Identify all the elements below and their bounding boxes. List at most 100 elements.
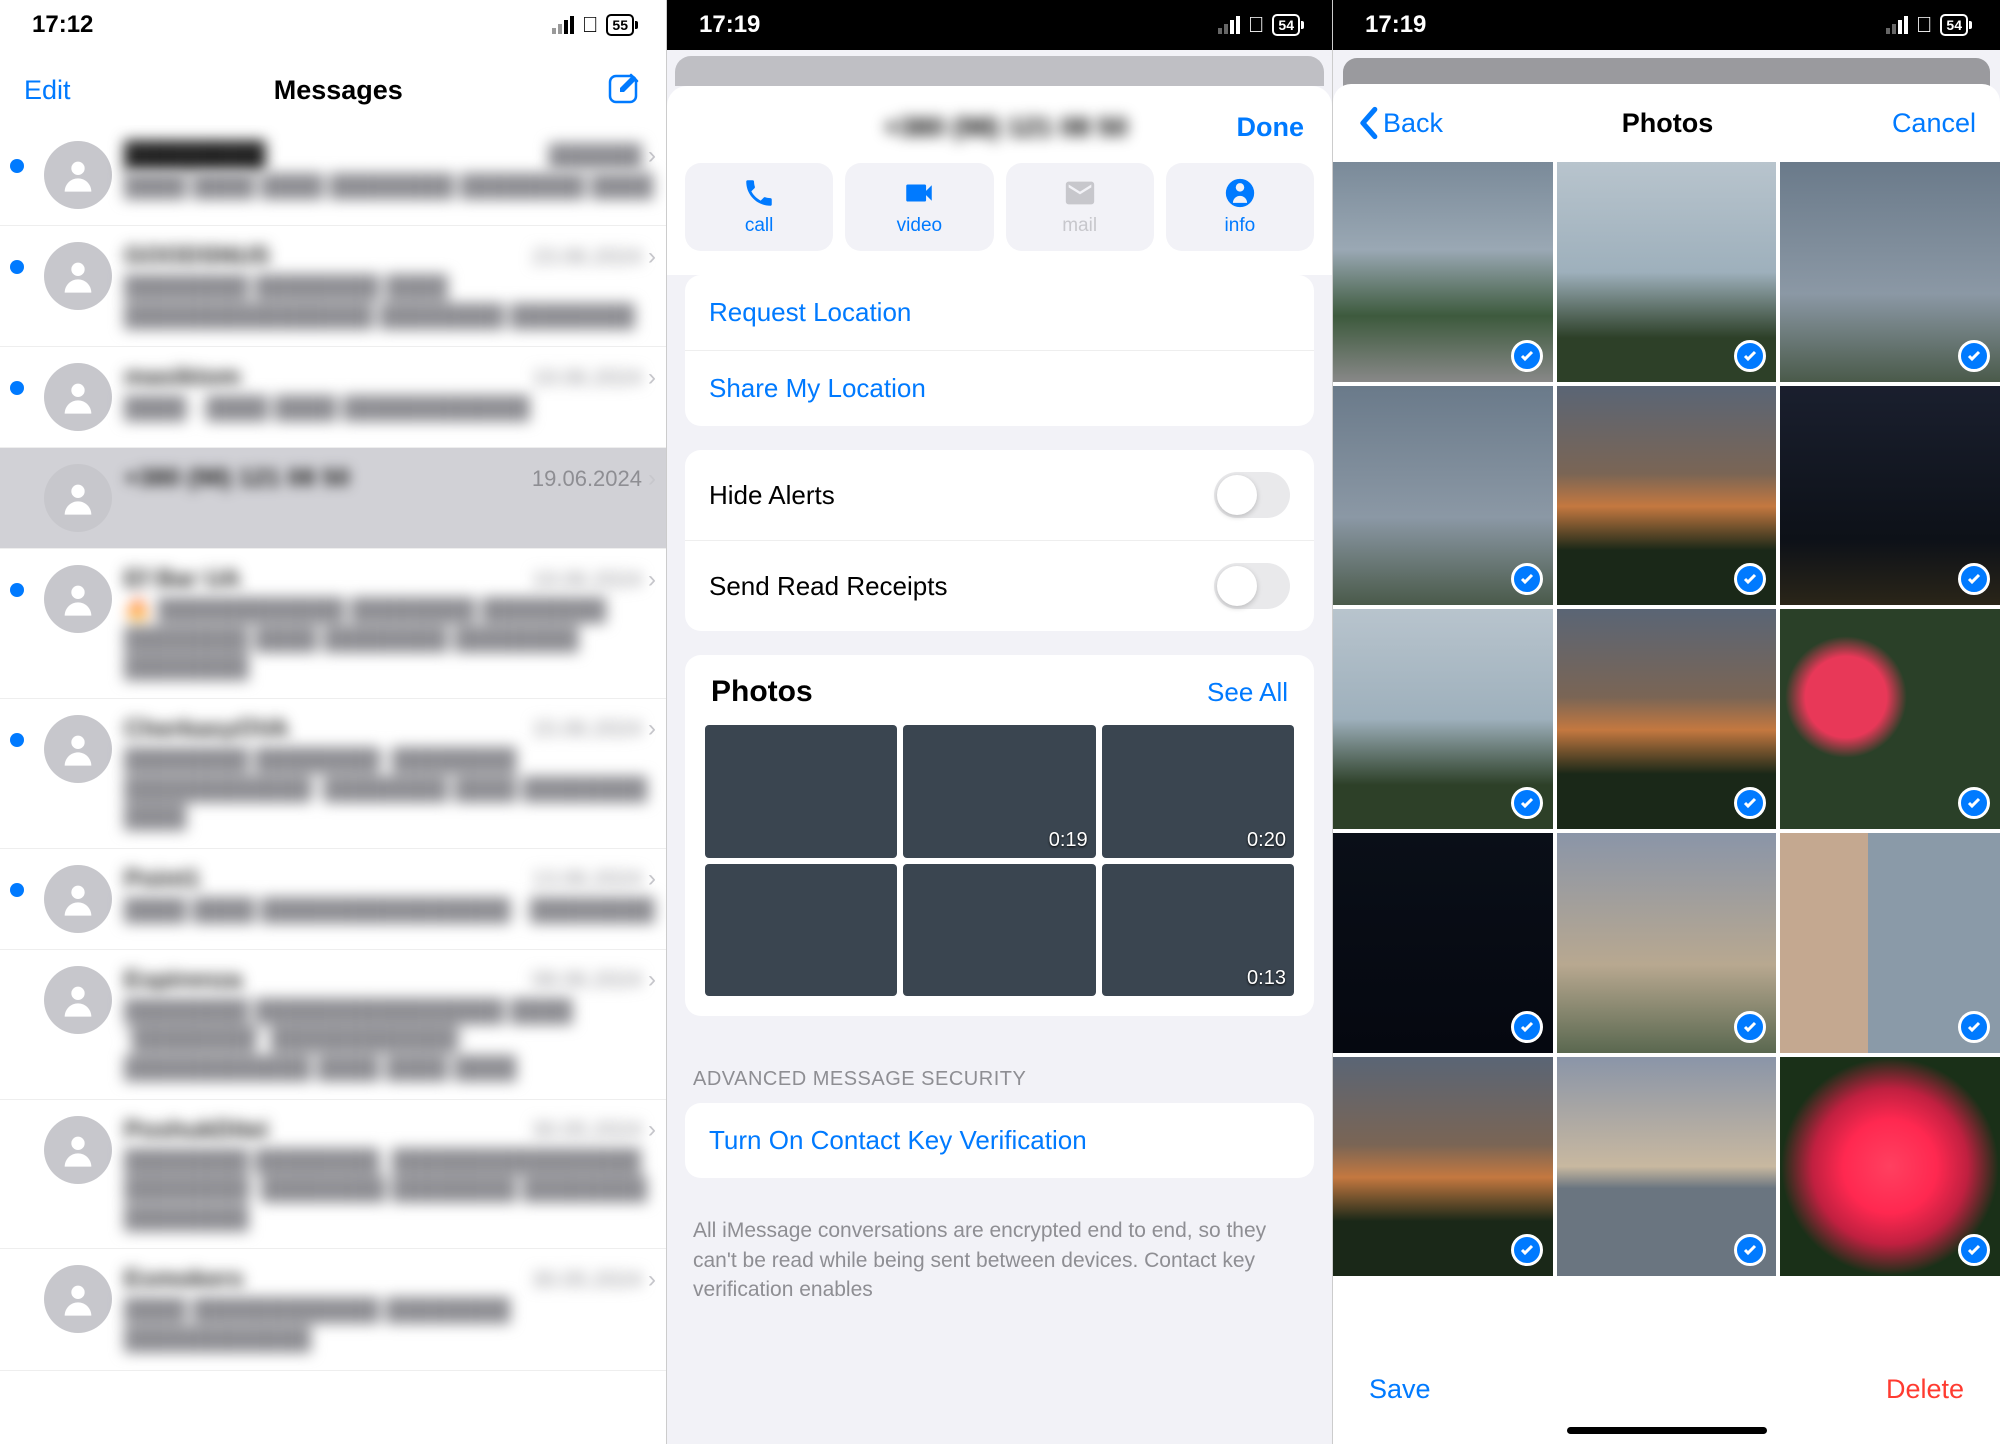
selected-checkmark-icon <box>1734 1234 1766 1266</box>
request-location-button[interactable]: Request Location <box>685 275 1314 351</box>
toggle-label: Hide Alerts <box>709 480 835 511</box>
selected-checkmark-icon <box>1734 787 1766 819</box>
contact-sheet-header: +380 (98) 121 08 50 Done <box>667 104 1332 163</box>
photo-thumbnail[interactable] <box>1780 162 2000 382</box>
photo-thumbnail[interactable] <box>1780 833 2000 1053</box>
conversation-preview: ████████ ████████ ████ ████████████████ … <box>124 273 656 330</box>
video-button[interactable]: video <box>845 163 993 251</box>
chevron-right-icon: › <box>648 1266 656 1294</box>
selected-checkmark-icon <box>1734 340 1766 372</box>
photo-thumbnail[interactable] <box>1557 386 1777 606</box>
conversation-date: 23.06.2024 <box>532 244 642 270</box>
conversation-preview: ████████ ████████! ████████ ████████████… <box>124 746 656 832</box>
unread-dot <box>10 883 24 897</box>
hide-alerts-toggle[interactable] <box>1214 472 1290 518</box>
message-row[interactable]: Ef Bar UA 19.06.2024 › 🔥 ████████████ ██… <box>0 549 666 699</box>
photo-thumbnail[interactable] <box>1333 833 1553 1053</box>
photo-thumbnail[interactable] <box>1780 1057 2000 1277</box>
message-row[interactable]: ████████ ██████ › ████ ████ ████ ███████… <box>0 125 666 226</box>
info-button[interactable]: info <box>1166 163 1314 251</box>
toggle-label: Send Read Receipts <box>709 571 947 602</box>
message-row[interactable]: CherkasyOVA 15.06.2024 › ████████ ██████… <box>0 699 666 849</box>
unread-dot <box>10 260 24 274</box>
see-all-button[interactable]: See All <box>1207 677 1288 708</box>
conversation-date: ██████ <box>548 143 642 169</box>
selected-checkmark-icon <box>1958 1234 1990 1266</box>
conversation-preview: ████ ████████████ ████████ ████████████ <box>124 1296 656 1353</box>
selected-checkmark-icon <box>1958 787 1990 819</box>
conversation-name: ████████ <box>124 141 266 170</box>
done-button[interactable]: Done <box>1237 112 1305 143</box>
contact-key-verification-button[interactable]: Turn On Contact Key Verification <box>685 1103 1314 1178</box>
security-group: Turn On Contact Key Verification <box>685 1103 1314 1178</box>
chevron-right-icon: › <box>648 715 656 743</box>
edit-button[interactable]: Edit <box>24 75 71 106</box>
clock: 17:12 <box>32 11 93 39</box>
chevron-right-icon: › <box>648 465 656 493</box>
conversation-preview: ████████ ████████████████ ████ "████████… <box>124 997 656 1083</box>
chevron-right-icon: › <box>648 966 656 994</box>
page-title: Messages <box>274 75 403 106</box>
photo-thumbnail[interactable] <box>1333 1057 1553 1277</box>
share-location-button[interactable]: Share My Location <box>685 351 1314 426</box>
photo-thumbnail[interactable] <box>1557 162 1777 382</box>
avatar <box>44 966 112 1034</box>
conversation-date: 08.06.2024 <box>532 967 642 993</box>
photo-thumbnail[interactable] <box>1557 833 1777 1053</box>
hide-alerts-row: Hide Alerts <box>685 450 1314 541</box>
home-indicator[interactable] <box>1567 1427 1767 1434</box>
wifi-icon: 􀙇 <box>1916 12 1933 38</box>
phone-icon <box>742 177 776 209</box>
selected-checkmark-icon <box>1958 1011 1990 1043</box>
chevron-right-icon: › <box>648 364 656 392</box>
chevron-right-icon: › <box>648 1116 656 1144</box>
conversation-name: GOODSNUS <box>124 242 270 271</box>
video-duration: 0:20 <box>1247 829 1286 852</box>
compose-button[interactable] <box>606 70 642 111</box>
photos-footer: Save Delete <box>1333 1348 2000 1417</box>
photo-thumbnail[interactable] <box>903 864 1095 997</box>
message-row[interactable]: Espirenza 08.06.2024 › ████████ ████████… <box>0 950 666 1100</box>
message-row[interactable]: Point1 13.06.2024 › ████ ████ ██████████… <box>0 849 666 950</box>
save-button[interactable]: Save <box>1369 1374 1431 1405</box>
mail-button: mail <box>1006 163 1154 251</box>
message-row[interactable]: PoshukDitei 30.05.2024 › ████████ ██████… <box>0 1100 666 1250</box>
message-row[interactable]: GOODSNUS 23.06.2024 › ████████ ████████ … <box>0 226 666 347</box>
photo-thumbnail[interactable] <box>1333 162 1553 382</box>
signal-icon <box>1218 16 1240 34</box>
photo-thumbnail[interactable]: 0:13 <box>1102 864 1294 997</box>
conversation-date: 30.05.2024 <box>532 1267 642 1293</box>
photo-thumbnail[interactable]: 0:19 <box>903 725 1095 858</box>
message-row[interactable]: Esmokers 30.05.2024 › ████ ████████████ … <box>0 1249 666 1370</box>
photo-thumbnail[interactable] <box>705 725 897 858</box>
selected-checkmark-icon <box>1511 787 1543 819</box>
photo-thumbnail[interactable] <box>1780 609 2000 829</box>
photo-thumbnail[interactable] <box>705 864 897 997</box>
chevron-right-icon: › <box>648 243 656 271</box>
cancel-button[interactable]: Cancel <box>1892 108 1976 139</box>
signal-icon <box>1886 16 1908 34</box>
background-card <box>1343 58 1990 86</box>
call-button[interactable]: call <box>685 163 833 251</box>
signal-icon <box>552 16 574 34</box>
photo-thumbnail[interactable] <box>1780 386 2000 606</box>
security-heading: ADVANCED MESSAGE SECURITY <box>685 1040 1314 1103</box>
photo-thumbnail[interactable]: 0:20 <box>1102 725 1294 858</box>
photo-thumbnail[interactable] <box>1557 609 1777 829</box>
photo-thumbnail[interactable] <box>1333 386 1553 606</box>
message-row[interactable]: masiktom 19.06.2024 › ████ - ████ ████ █… <box>0 347 666 448</box>
avatar <box>44 464 112 532</box>
conversation-preview: ████████ ████████, ████████████████ ████… <box>124 1147 656 1233</box>
photo-thumbnail[interactable] <box>1333 609 1553 829</box>
back-button[interactable]: Back <box>1357 106 1443 140</box>
selected-checkmark-icon <box>1958 563 1990 595</box>
photo-thumbnail[interactable] <box>1557 1057 1777 1277</box>
read-receipts-toggle[interactable] <box>1214 563 1290 609</box>
conversation-preview: 🔥 ████████████ ████████ ████████ ███████… <box>124 596 656 682</box>
message-row[interactable]: +380 (98) 121 08 50 19.06.2024 › <box>0 448 666 549</box>
clock: 17:19 <box>1365 11 1426 39</box>
photos-group: Photos See All 0:190:200:13 <box>685 655 1314 1016</box>
video-duration: 0:13 <box>1247 967 1286 990</box>
selected-checkmark-icon <box>1511 1234 1543 1266</box>
delete-button[interactable]: Delete <box>1886 1374 1964 1405</box>
